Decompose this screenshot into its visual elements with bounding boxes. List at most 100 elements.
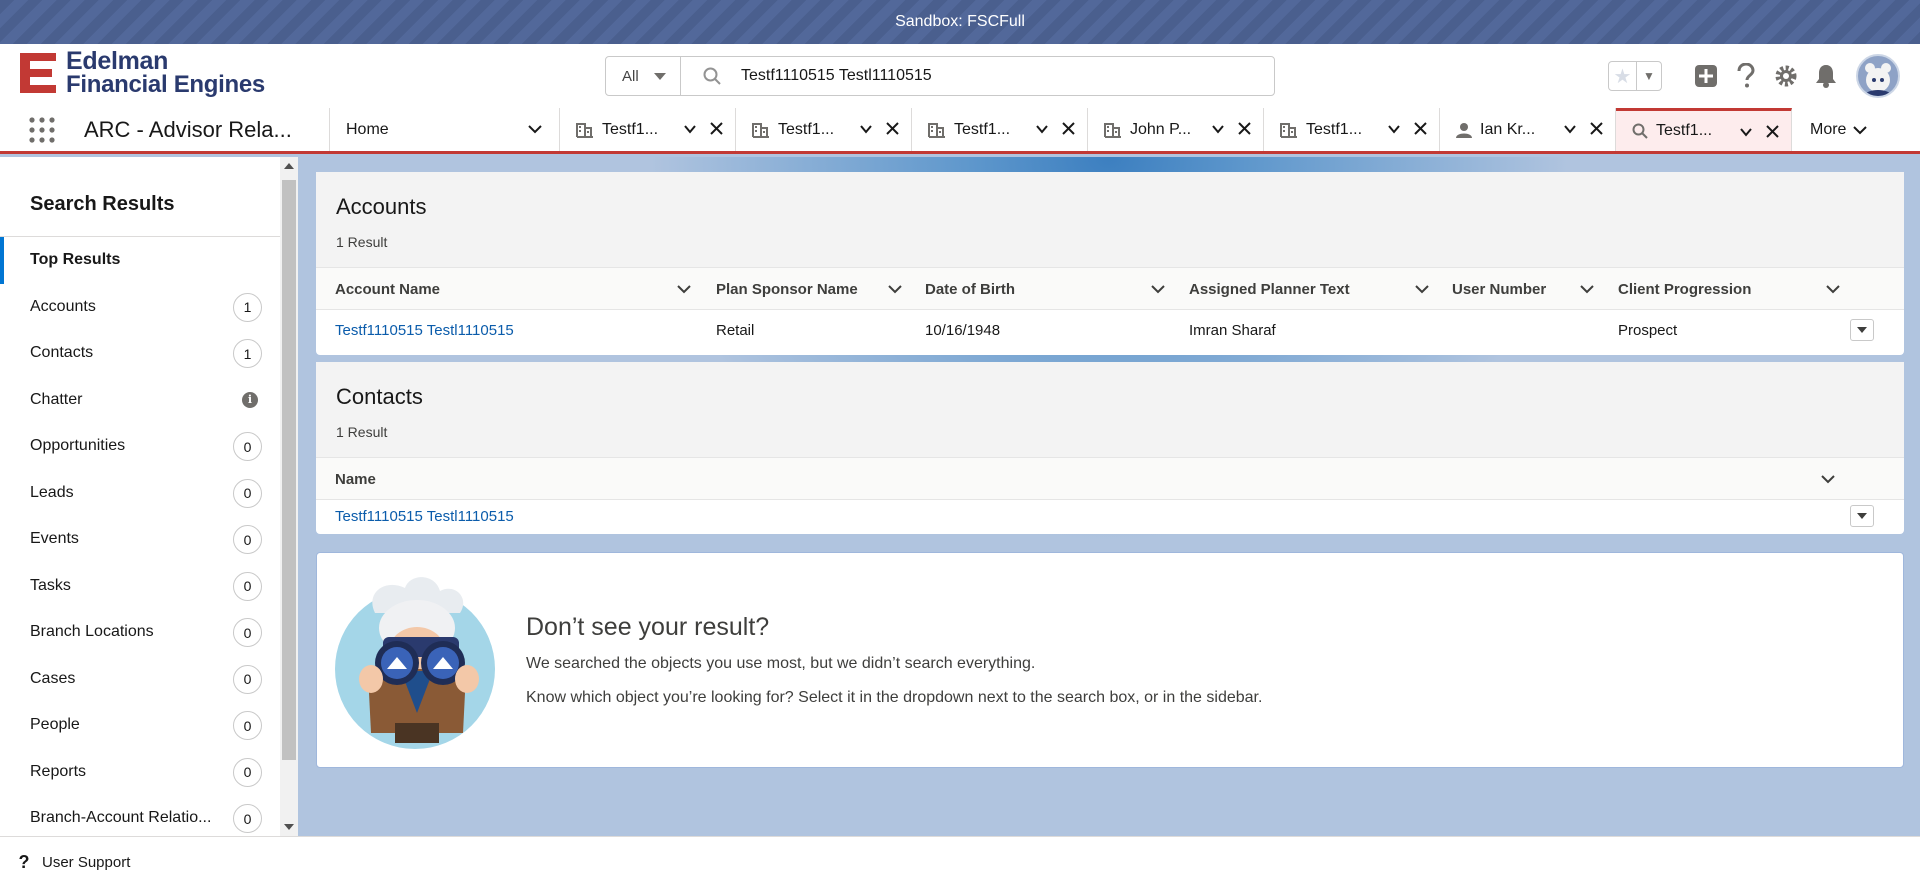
close-icon[interactable]: [1238, 122, 1251, 135]
workspace-tab-label: Ian Kr...: [1480, 120, 1536, 138]
sidebar-item-people[interactable]: People 0: [0, 702, 280, 749]
sidebar-item-chatter[interactable]: Chatter i: [0, 377, 280, 424]
accounts-table-header: Account Name Plan Sponsor Name Date of B…: [316, 268, 1904, 310]
workspace-tab-6[interactable]: Ian Kr...: [1440, 108, 1616, 151]
accounts-count: 1 Result: [336, 234, 388, 250]
assigned-planner-cell: Imran Sharaf: [1189, 321, 1276, 339]
sidebar-item-tasks[interactable]: Tasks 0: [0, 563, 280, 610]
sidebar-item-leads[interactable]: Leads 0: [0, 470, 280, 517]
count-badge: 0: [233, 757, 262, 787]
chevron-down-icon[interactable]: [1387, 122, 1401, 136]
column-label: Account Name: [335, 280, 441, 298]
brand-logo[interactable]: Edelman Financial Engines: [18, 47, 265, 97]
chevron-down-icon[interactable]: [1211, 122, 1225, 136]
plan-sponsor-cell: Retail: [716, 321, 755, 339]
global-actions-button[interactable]: [1686, 56, 1726, 96]
table-row: Testf1110515 Testl1110515 Retail 10/16/1…: [316, 310, 1904, 350]
more-tabs-button[interactable]: More: [1792, 108, 1868, 151]
contacts-table-header: Name: [316, 458, 1904, 500]
sidebar-item-branch-account-relationships[interactable]: Branch-Account Relatio... 0: [0, 795, 280, 836]
chevron-down-icon[interactable]: [527, 121, 543, 137]
search-results-sidebar: Search Results Top Results Accounts 1 Co…: [0, 157, 280, 836]
workspace-tab-label: Testf1...: [602, 120, 659, 138]
plus-icon: [1695, 65, 1717, 87]
notifications-button[interactable]: [1806, 56, 1846, 96]
column-label: Client Progression: [1618, 280, 1752, 298]
count-badge: 0: [233, 804, 262, 833]
column-user-number[interactable]: User Number: [1452, 268, 1604, 310]
chevron-down-icon[interactable]: [1415, 283, 1429, 295]
scroll-up-icon[interactable]: [284, 163, 294, 169]
count-badge: 1: [233, 339, 262, 368]
sidebar-item-label: Tasks: [30, 576, 71, 594]
header-actions: ★ ▼: [1608, 54, 1900, 98]
workspace-tab-4[interactable]: John P...: [1088, 108, 1264, 151]
close-icon[interactable]: [1414, 122, 1427, 135]
close-icon[interactable]: [1590, 122, 1603, 135]
workspace-tab-1[interactable]: Testf1...: [560, 108, 736, 151]
sidebar-item-top-results[interactable]: Top Results: [0, 237, 280, 284]
column-client-progression[interactable]: Client Progression: [1618, 268, 1850, 310]
close-icon[interactable]: [1062, 122, 1075, 135]
search-scope-select[interactable]: All: [606, 57, 681, 95]
chevron-down-icon[interactable]: [1035, 122, 1049, 136]
setup-button[interactable]: [1766, 56, 1806, 96]
chevron-down-icon[interactable]: [683, 122, 697, 136]
workspace-tab-2[interactable]: Testf1...: [736, 108, 912, 151]
close-icon[interactable]: [886, 122, 899, 135]
sidebar-item-cases[interactable]: Cases 0: [0, 656, 280, 703]
contacts-results-card: Contacts 1 Result Name Testf1110515 Test…: [316, 362, 1904, 534]
user-support-button[interactable]: User Support: [42, 854, 130, 871]
column-label: Name: [335, 470, 376, 488]
sidebar-item-label: Cases: [30, 669, 76, 687]
chevron-down-icon[interactable]: [859, 122, 873, 136]
row-actions-button[interactable]: [1850, 319, 1874, 341]
contact-name-link[interactable]: Testf1110515 Testl1110515: [335, 500, 514, 532]
workspace-tab-3[interactable]: Testf1...: [912, 108, 1088, 151]
brand-line-1: Edelman: [66, 47, 169, 75]
global-header: Edelman Financial Engines All Testf11105…: [0, 44, 1920, 108]
sidebar-item-label: Reports: [30, 762, 87, 780]
column-label: Assigned Planner Text: [1189, 280, 1350, 298]
chevron-down-icon[interactable]: [1563, 122, 1577, 136]
no-result-help-card: Don’t see your result? We searched the o…: [316, 552, 1904, 768]
sidebar-title: Search Results: [0, 157, 280, 237]
chevron-down-icon[interactable]: [888, 283, 902, 295]
chevron-down-icon[interactable]: [1739, 125, 1753, 139]
help-button[interactable]: [1726, 56, 1766, 96]
sidebar-item-contacts[interactable]: Contacts 1: [0, 330, 280, 377]
count-badge: 0: [233, 432, 262, 461]
scroll-down-icon[interactable]: [284, 824, 294, 830]
sidebar-item-label: Events: [30, 530, 79, 548]
tab-home[interactable]: Home: [330, 108, 560, 151]
sidebar-item-accounts[interactable]: Accounts 1: [0, 284, 280, 331]
search-input[interactable]: Testf1110515 Testl1110515: [681, 57, 1274, 95]
chevron-down-icon[interactable]: [677, 283, 691, 295]
chevron-down-icon[interactable]: [1826, 283, 1840, 295]
sidebar-item-label: Accounts: [30, 297, 96, 315]
column-account-name[interactable]: Account Name: [335, 268, 701, 310]
column-assigned-planner-text[interactable]: Assigned Planner Text: [1189, 268, 1439, 310]
sidebar-item-opportunities[interactable]: Opportunities 0: [0, 423, 280, 470]
user-avatar[interactable]: [1856, 54, 1900, 98]
chevron-down-icon[interactable]: [1821, 473, 1835, 485]
sidebar-item-reports[interactable]: Reports 0: [0, 749, 280, 796]
column-date-of-birth[interactable]: Date of Birth: [925, 268, 1175, 310]
column-plan-sponsor-name[interactable]: Plan Sponsor Name: [716, 268, 912, 310]
column-name[interactable]: Name: [335, 458, 1845, 500]
chevron-down-icon[interactable]: [1151, 283, 1165, 295]
sidebar-scrollbar-thumb[interactable]: [282, 180, 296, 760]
workspace-tab-5[interactable]: Testf1...: [1264, 108, 1440, 151]
sidebar-item-events[interactable]: Events 0: [0, 516, 280, 563]
close-icon[interactable]: [710, 122, 723, 135]
workspace-tab-7-active[interactable]: Testf1...: [1616, 108, 1792, 151]
chevron-down-icon[interactable]: [1580, 283, 1594, 295]
row-actions-button[interactable]: [1850, 505, 1874, 527]
app-launcher-button[interactable]: [0, 108, 84, 151]
no-result-line-2: Know which object you’re looking for? Se…: [526, 689, 1263, 706]
account-name-link[interactable]: Testf1110515 Testl1110515: [335, 310, 514, 350]
close-icon[interactable]: [1766, 125, 1779, 138]
help-icon: [1737, 63, 1755, 88]
sidebar-item-branch-locations[interactable]: Branch Locations 0: [0, 609, 280, 656]
favorites-button[interactable]: ★ ▼: [1608, 61, 1662, 91]
